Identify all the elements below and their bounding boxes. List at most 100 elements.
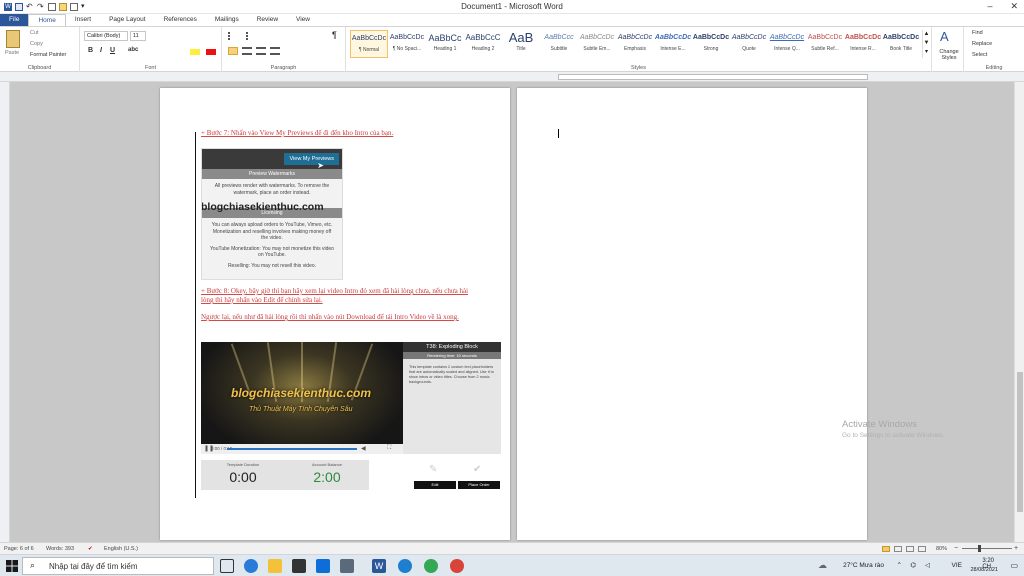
tab-page-layout[interactable]: Page Layout xyxy=(100,14,155,26)
numbering-icon[interactable] xyxy=(246,32,258,40)
style-intense-emphasis[interactable]: AaBbCcDc Intense E... xyxy=(654,30,692,58)
file-explorer-icon[interactable] xyxy=(268,559,282,573)
change-styles-icon[interactable]: A xyxy=(940,29,949,44)
zoom-in-icon[interactable]: + xyxy=(1014,545,1018,552)
weather-icon[interactable]: ☁ xyxy=(818,560,827,571)
justify-icon[interactable] xyxy=(270,47,280,55)
template-title: T38: Exploding Block xyxy=(403,342,501,352)
cut-button[interactable]: Cut xyxy=(30,30,39,36)
style-intense-reference[interactable]: AaBbCcDc Intense R... xyxy=(844,30,882,58)
document-area[interactable]: + Bước 7: Nhấn vào View My Previews để đ… xyxy=(10,82,1014,542)
zoom-out-icon[interactable]: − xyxy=(954,545,958,552)
style-normal[interactable]: AaBbCcDc ¶ Normal xyxy=(350,30,388,58)
align-center-icon[interactable] xyxy=(242,47,252,55)
style-title[interactable]: AaB Title xyxy=(502,30,540,58)
print-layout-icon[interactable] xyxy=(882,546,890,552)
style-subtle-emphasis[interactable]: AaBbCcDc Subtle Em... xyxy=(578,30,616,58)
page-count[interactable]: Page: 6 of 6 xyxy=(4,546,34,552)
document-page-2[interactable] xyxy=(517,88,867,540)
input-lang[interactable]: VIE xyxy=(952,562,962,569)
task-view-icon[interactable] xyxy=(220,559,234,573)
tab-references[interactable]: References xyxy=(155,14,206,26)
tray-chevron-icon[interactable]: ⌃ xyxy=(897,561,902,569)
vertical-ruler[interactable] xyxy=(0,82,10,542)
italic-button[interactable]: I xyxy=(100,47,102,54)
step8-paragraph[interactable]: + Bước 8: Okey, bây giờ thì bạn hãy xem … xyxy=(201,287,471,305)
underline-button[interactable]: U xyxy=(110,47,115,54)
paste-button[interactable]: Paste xyxy=(5,50,19,56)
screenshot-header: View My Previews ➤ xyxy=(202,149,342,170)
font-family-select[interactable]: Calibri (Body) xyxy=(84,31,128,41)
style-heading-1[interactable]: AaBbCc Heading 1 xyxy=(426,30,464,58)
word-count[interactable]: Words: 393 xyxy=(46,546,74,552)
taskbar: Nhập tại đây để tìm kiếm ⌕ W ☁ 27°C Mưa … xyxy=(0,554,1024,576)
zoom-slider[interactable] xyxy=(962,548,1012,549)
network-icon[interactable]: ⌬ xyxy=(910,561,916,569)
style-subtle-reference[interactable]: AaBbCcDc Subtle Ref... xyxy=(806,30,844,58)
skype-icon[interactable] xyxy=(244,559,258,573)
tab-view[interactable]: View xyxy=(287,14,319,26)
tab-mailings[interactable]: Mailings xyxy=(206,14,248,26)
paste-icon[interactable] xyxy=(6,30,20,48)
browser-icon[interactable] xyxy=(450,559,464,573)
document-page[interactable]: + Bước 7: Nhấn vào View My Previews để đ… xyxy=(160,88,510,540)
style-no-spacing[interactable]: AaBbCcDc ¶ No Spaci... xyxy=(388,30,426,58)
close-button[interactable]: ✕ xyxy=(1010,1,1018,12)
style-subtitle[interactable]: AaBbCcc Subtitle xyxy=(540,30,578,58)
style-preview: AaBbCc xyxy=(428,33,462,43)
replace-button[interactable]: Replace xyxy=(972,41,992,47)
font-size-select[interactable]: 11 xyxy=(130,31,146,41)
word-taskbar-icon[interactable]: W xyxy=(372,559,386,573)
chrome-icon[interactable] xyxy=(424,559,438,573)
tab-file[interactable]: File xyxy=(0,14,29,26)
format-painter-button[interactable]: Format Painter xyxy=(30,52,66,58)
bold-button[interactable]: B xyxy=(88,47,93,54)
step7-paragraph[interactable]: + Bước 7: Nhấn vào View My Previews để đ… xyxy=(201,129,501,138)
store-icon[interactable] xyxy=(292,559,306,573)
volume-icon[interactable]: ◁ xyxy=(925,561,930,569)
show-formatting-icon[interactable]: ¶ xyxy=(332,30,337,40)
proofing-icon[interactable]: ✔ xyxy=(88,546,93,552)
calculator-icon[interactable] xyxy=(340,559,354,573)
web-layout-icon[interactable] xyxy=(906,546,914,552)
bullets-icon[interactable] xyxy=(228,32,240,40)
find-button[interactable]: Find xyxy=(972,30,983,36)
vertical-scrollbar[interactable] xyxy=(1014,82,1024,542)
horizontal-ruler[interactable] xyxy=(0,72,1024,82)
tab-home[interactable]: Home xyxy=(28,14,66,26)
copy-button[interactable]: Copy xyxy=(30,41,43,47)
tab-insert[interactable]: Insert xyxy=(66,14,100,26)
taskbar-search-input[interactable]: Nhập tại đây để tìm kiếm xyxy=(22,557,214,575)
zoom-level[interactable]: 80% xyxy=(936,546,947,552)
windows-start-icon[interactable] xyxy=(6,560,18,572)
editing-group: Find Replace Select Editing xyxy=(964,27,1024,72)
weather-text[interactable]: 27°C Mưa rào xyxy=(843,562,884,569)
change-styles-button[interactable]: Change Styles xyxy=(935,49,963,61)
scrollbar-thumb[interactable] xyxy=(1017,372,1023,512)
minimize-button[interactable]: – xyxy=(987,1,992,12)
style-quote[interactable]: AaBbCcDc Quote xyxy=(730,30,768,58)
language[interactable]: English (U.S.) xyxy=(104,546,138,552)
style-heading-2[interactable]: AaBbCcC Heading 2 xyxy=(464,30,502,58)
select-button[interactable]: Select xyxy=(972,52,987,58)
style-emphasis[interactable]: AaBbCcDc Emphasis xyxy=(616,30,654,58)
align-left-icon[interactable] xyxy=(228,47,238,55)
tab-review[interactable]: Review xyxy=(248,14,287,26)
notifications-icon[interactable]: ▭ xyxy=(1010,561,1018,570)
download-paragraph[interactable]: Ngược lại, nếu như đã hài lòng rồi thì n… xyxy=(201,313,471,322)
outline-icon[interactable] xyxy=(918,546,926,552)
align-right-icon[interactable] xyxy=(256,47,266,55)
edge-icon[interactable] xyxy=(398,559,412,573)
zoom-slider-thumb[interactable] xyxy=(978,545,981,552)
change-styles-group: A Change Styles xyxy=(932,27,964,72)
styles-scroll[interactable]: ▲ ▼ ▾ xyxy=(922,30,930,58)
clock-date[interactable]: 28/08/2021 xyxy=(970,567,998,573)
highlight-icon[interactable] xyxy=(190,49,200,55)
full-screen-reading-icon[interactable] xyxy=(894,546,902,552)
style-intense-quote[interactable]: AaBbCcDc Intense Q... xyxy=(768,30,806,58)
style-book-title[interactable]: AaBbCcDc Book Title xyxy=(882,30,920,58)
mail-icon[interactable] xyxy=(316,559,330,573)
font-color-icon[interactable] xyxy=(206,49,216,55)
strikethrough-button[interactable]: abc xyxy=(128,47,138,53)
style-strong[interactable]: AaBbCcDc Strong xyxy=(692,30,730,58)
